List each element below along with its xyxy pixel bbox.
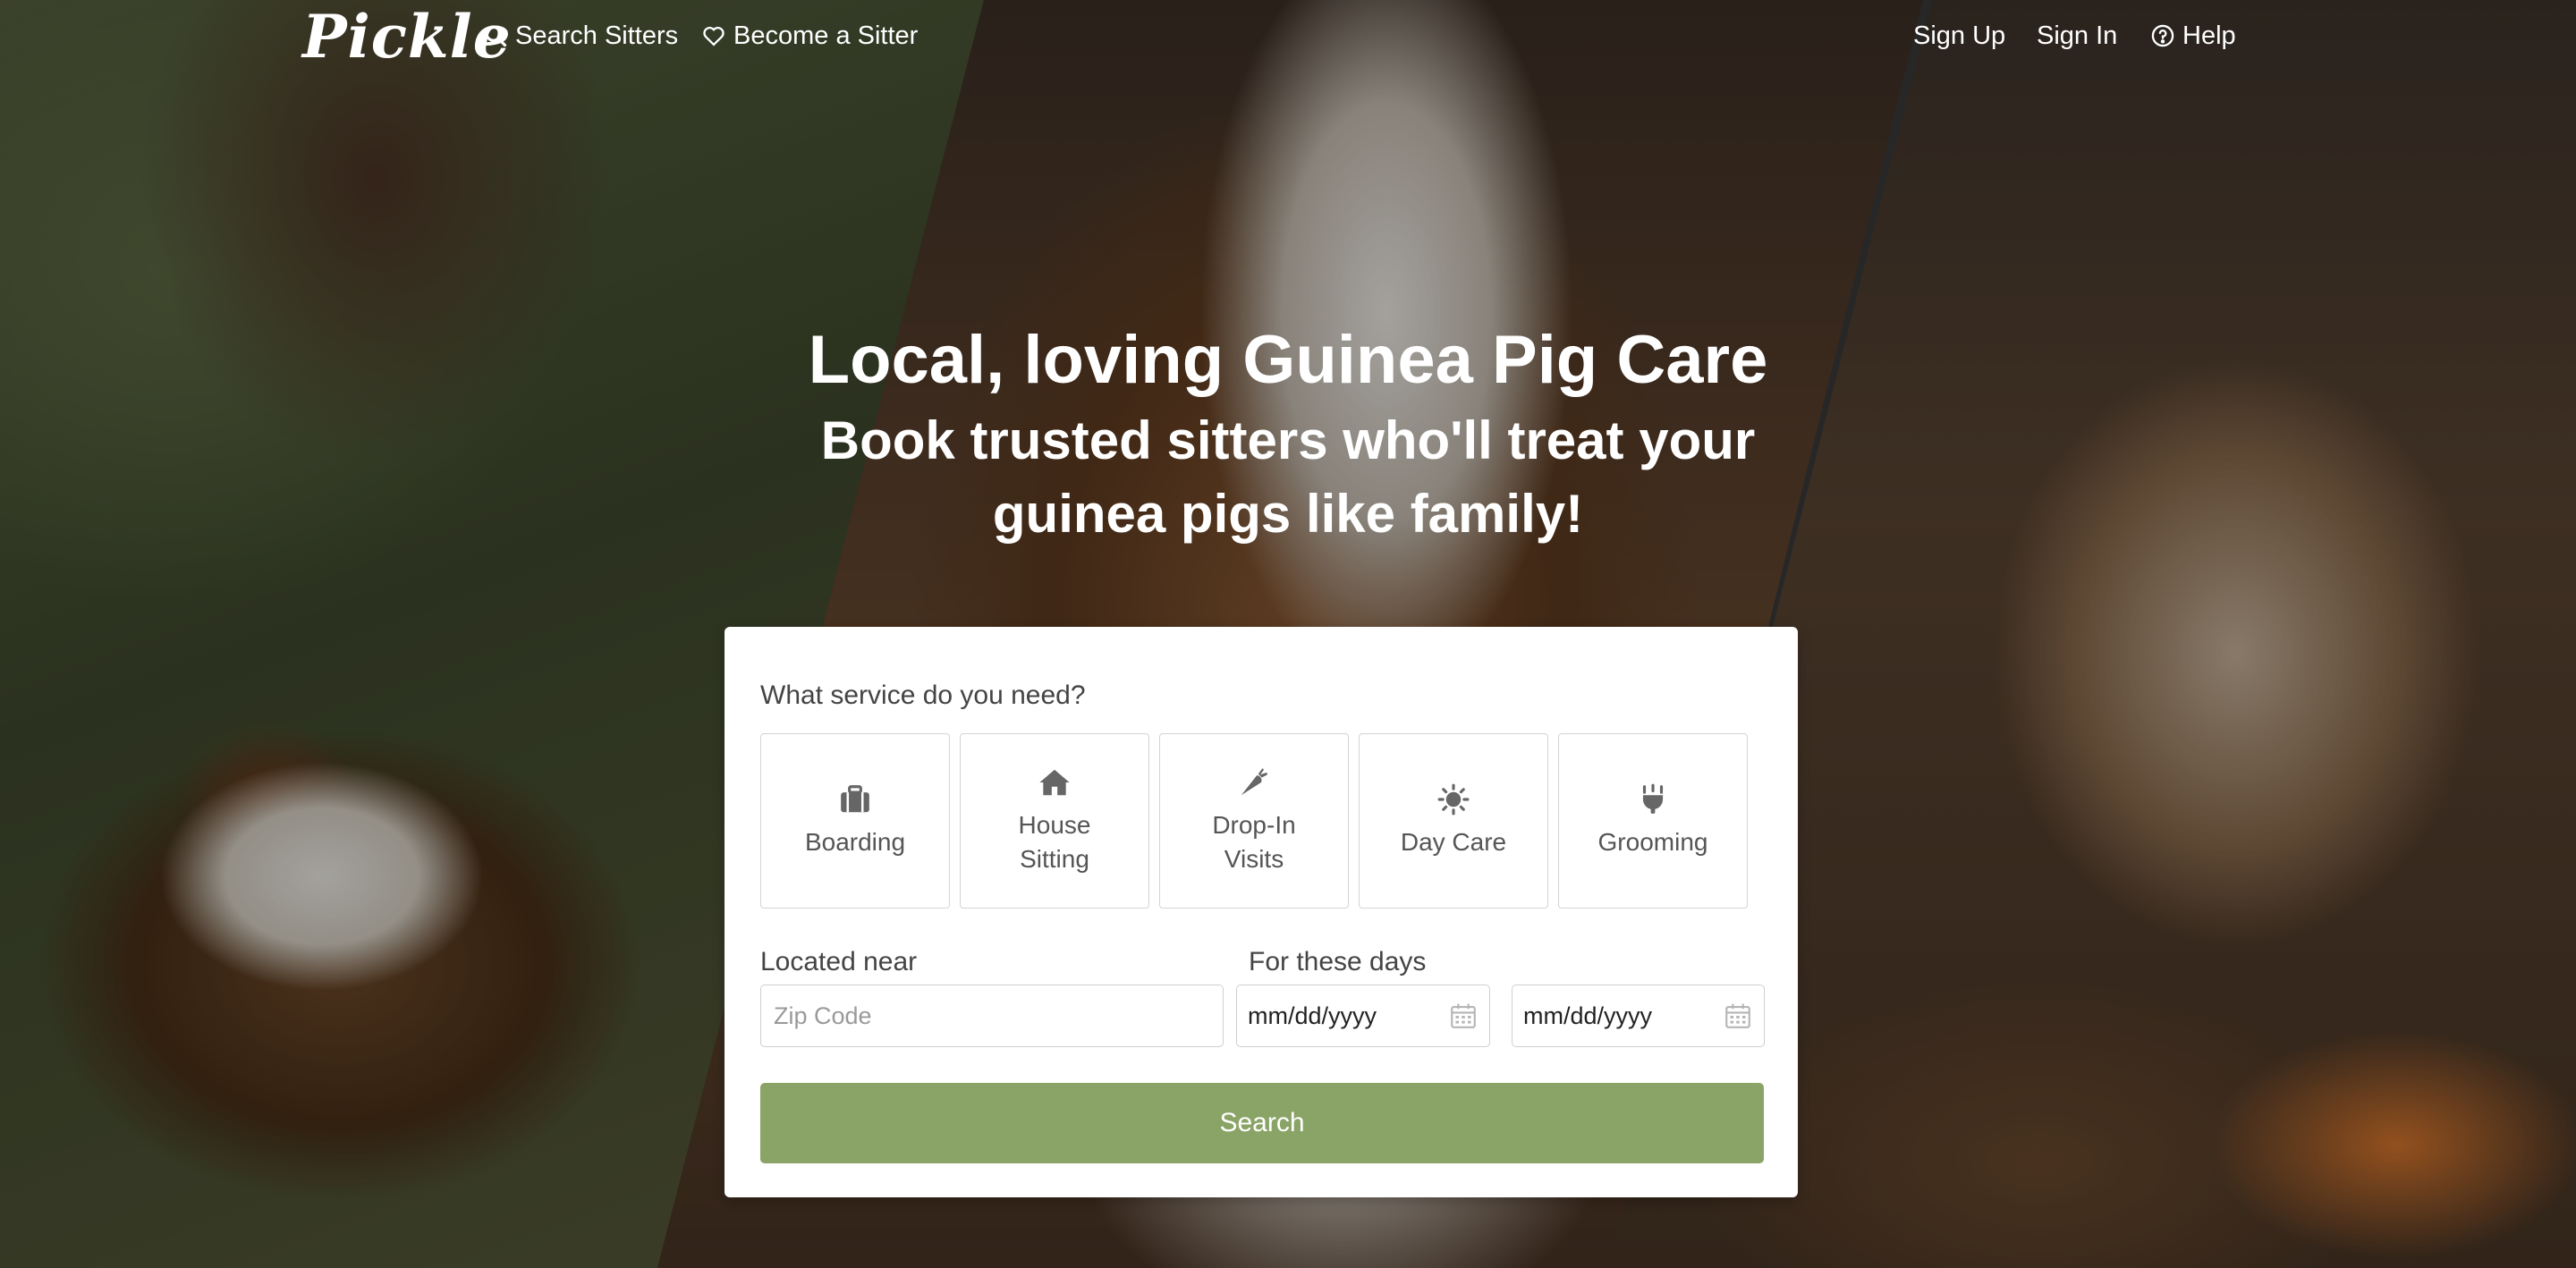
nav-sign-up-label: Sign Up: [1913, 21, 2006, 50]
service-day-care[interactable]: Day Care: [1359, 733, 1548, 909]
hero-subtitle: Book trusted sitters who'll treat your g…: [820, 410, 1756, 544]
nav-search-sitters[interactable]: Search Sitters: [483, 20, 678, 52]
service-label: House Sitting: [1018, 811, 1091, 873]
search-icon: [485, 25, 507, 47]
nav-sign-in-label: Sign In: [2037, 21, 2118, 50]
carrot-icon: [1241, 768, 1268, 796]
suitcase-icon: [841, 785, 869, 813]
service-label: Day Care: [1400, 828, 1507, 856]
start-date-value: mm/dd/yyyy: [1248, 1002, 1377, 1029]
service-label: Grooming: [1597, 828, 1708, 856]
calendar-icon[interactable]: [1723, 1001, 1753, 1031]
nav-sign-up[interactable]: Sign Up: [1913, 20, 2005, 52]
service-options: Boarding House Sitting Drop-In Visits Da…: [760, 733, 1748, 909]
location-label: Located near: [760, 947, 918, 976]
start-date-input[interactable]: mm/dd/yyyy: [1236, 985, 1490, 1047]
service-label: Drop-In Visits: [1212, 811, 1296, 873]
service-label: Boarding: [804, 828, 906, 856]
service-boarding[interactable]: Boarding: [760, 733, 950, 909]
zip-field-wrapper: [760, 985, 1224, 1047]
hero-title: Local, loving Guinea Pig Care: [808, 322, 1768, 398]
service-house-sitting[interactable]: House Sitting: [960, 733, 1149, 909]
heart-icon: [703, 26, 724, 46]
help-icon: [2151, 24, 2174, 47]
service-grooming[interactable]: Grooming: [1558, 733, 1748, 909]
end-date-value: mm/dd/yyyy: [1523, 1002, 1653, 1029]
service-question: What service do you need?: [760, 680, 1086, 710]
top-nav: Pickle Search Sitters Become a Sitter Si…: [0, 0, 2576, 73]
nav-become-sitter-label: Become a Sitter: [733, 21, 919, 50]
zip-code-input[interactable]: [772, 1001, 1212, 1031]
house-icon: [1039, 769, 1070, 796]
hero-headline: Local, loving Guinea Pig Care Book trust…: [0, 320, 2576, 551]
nav-help[interactable]: Help: [2150, 20, 2236, 52]
search-button[interactable]: Search: [760, 1083, 1764, 1163]
calendar-icon[interactable]: [1448, 1001, 1479, 1031]
nav-help-label: Help: [2182, 21, 2236, 50]
grooming-icon: [1642, 783, 1664, 814]
end-date-input[interactable]: mm/dd/yyyy: [1512, 985, 1765, 1047]
nav-become-sitter[interactable]: Become a Sitter: [701, 20, 918, 52]
logo[interactable]: Pickle: [302, 5, 512, 68]
sun-icon: [1437, 783, 1470, 816]
nav-sign-in[interactable]: Sign In: [2037, 20, 2117, 52]
search-card: What service do you need? Boarding House…: [724, 627, 1798, 1197]
service-drop-in-visits[interactable]: Drop-In Visits: [1159, 733, 1349, 909]
days-label: For these days: [1249, 947, 1427, 976]
nav-search-sitters-label: Search Sitters: [515, 21, 679, 50]
